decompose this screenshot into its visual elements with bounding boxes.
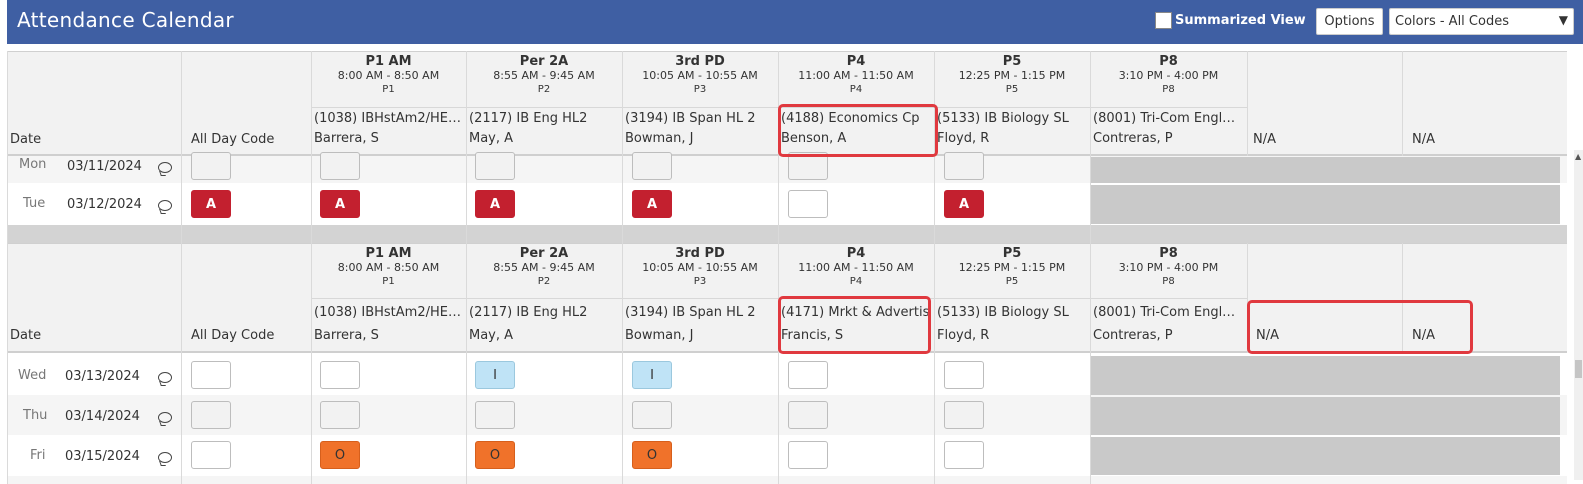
highlight-box	[1247, 300, 1473, 354]
all-day-code-cell[interactable]	[191, 401, 231, 429]
colors-select-value: Colors - All Codes	[1395, 14, 1509, 29]
attendance-cell[interactable]: O	[475, 441, 515, 469]
attendance-cell[interactable]	[944, 401, 984, 429]
period-header-p8: P8 3:10 PM - 4:00 PM P8	[1118, 246, 1219, 287]
attendance-cell[interactable]: A	[944, 190, 984, 218]
table-row: Mon 03/11/2024	[7, 152, 1567, 183]
week-separator	[7, 225, 1567, 243]
period-header-p2: Per 2A 8:55 AM - 9:45 AM P2	[493, 246, 595, 287]
period-header-p5: P5 12:25 PM - 1:15 PM P5	[958, 246, 1066, 287]
scroll-up-icon[interactable]: ▲	[1575, 152, 1581, 161]
attendance-grid: P1 AM 8:00 AM - 8:50 AM P1 Per 2A 8:55 A…	[7, 51, 1567, 484]
course-cell: (5133) IB Biology SL Floyd, R	[937, 111, 1069, 146]
attendance-cell[interactable]	[788, 441, 828, 469]
attendance-cell[interactable]: A	[320, 190, 360, 218]
summarized-view-checkbox[interactable]	[1155, 12, 1172, 29]
course-cell: (2117) IB Eng HL2 May, A	[469, 111, 588, 146]
attendance-cell[interactable]	[944, 152, 984, 180]
all-day-code-cell[interactable]: A	[191, 190, 231, 218]
comment-icon[interactable]	[158, 372, 172, 383]
attendance-cell[interactable]	[475, 152, 515, 180]
chevron-down-icon: ▼	[1558, 13, 1568, 27]
all-day-code-cell[interactable]	[191, 441, 231, 469]
comment-icon[interactable]	[158, 162, 172, 173]
scrollbar-thumb[interactable]	[1575, 360, 1582, 378]
attendance-cell[interactable]: O	[320, 441, 360, 469]
date-column-header: Date	[10, 132, 42, 147]
table-row: Fri 03/15/2024 O O O	[7, 435, 1567, 476]
attendance-cell[interactable]: A	[632, 190, 672, 218]
period-header-p1: P1 AM 8:00 AM - 8:50 AM P1	[337, 54, 440, 95]
attendance-cell[interactable]	[475, 401, 515, 429]
options-button[interactable]: Options	[1316, 8, 1383, 35]
period-header-p8: P8 3:10 PM - 4:00 PM P8	[1118, 54, 1219, 95]
summarized-view-label: Summarized View	[1175, 13, 1306, 28]
course-cell: (8001) Tri-Com Engl… Contreras, P	[1093, 111, 1236, 146]
summarized-view-toggle[interactable]: Summarized View	[1155, 12, 1306, 29]
course-cell: (3194) IB Span HL 2 Bowman, J	[625, 305, 756, 343]
attendance-cell[interactable]: I	[632, 361, 672, 389]
course-cell: (8001) Tri-Com Engl… Contreras, P	[1093, 305, 1236, 343]
page-title: Attendance Calendar	[17, 8, 234, 32]
attendance-cell[interactable]	[191, 152, 231, 180]
attendance-cell[interactable]	[944, 441, 984, 469]
comment-icon[interactable]	[158, 200, 172, 211]
course-cell: (3194) IB Span HL 2 Bowman, J	[625, 111, 756, 146]
course-cell: (2117) IB Eng HL2 May, A	[469, 305, 588, 343]
table-row: Wed 03/13/2024 I I	[7, 354, 1567, 395]
all-day-code-header: All Day Code	[191, 328, 275, 343]
all-day-code-cell[interactable]	[191, 361, 231, 389]
course-cell: (1038) IBHstAm2/HE… Barrera, S	[314, 111, 461, 146]
attendance-cell[interactable]	[320, 361, 360, 389]
na-cell: N/A	[1253, 132, 1276, 147]
period-header-p5: P5 12:25 PM - 1:15 PM P5	[958, 54, 1066, 95]
attendance-cell[interactable]	[788, 401, 828, 429]
date-column-header: Date	[10, 328, 42, 343]
attendance-cell[interactable]	[944, 361, 984, 389]
table-row: Thu 03/14/2024	[7, 395, 1567, 435]
attendance-cell[interactable]	[788, 361, 828, 389]
attendance-cell[interactable]: I	[475, 361, 515, 389]
attendance-cell[interactable]: A	[475, 190, 515, 218]
course-cell: (5133) IB Biology SL Floyd, R	[937, 305, 1069, 343]
comment-icon[interactable]	[158, 412, 172, 423]
na-cell: N/A	[1412, 132, 1435, 147]
period-header-p1: P1 AM 8:00 AM - 8:50 AM P1	[337, 246, 440, 287]
attendance-cell[interactable]	[632, 152, 672, 180]
vertical-scrollbar[interactable]: ▲	[1574, 150, 1583, 480]
attendance-cell[interactable]	[788, 190, 828, 218]
table-row: Tue 03/12/2024 A A A A A	[7, 183, 1567, 224]
title-bar: Attendance Calendar Summarized View Opti…	[7, 0, 1583, 44]
attendance-cell[interactable]	[320, 152, 360, 180]
highlight-box	[778, 296, 931, 354]
highlight-box	[778, 104, 938, 157]
colors-select[interactable]: Colors - All Codes ▼	[1389, 8, 1574, 35]
attendance-cell[interactable]: O	[632, 441, 672, 469]
period-header-p4: P4 11:00 AM - 11:50 AM P4	[798, 54, 914, 95]
attendance-cell[interactable]	[632, 401, 672, 429]
course-cell: (1038) IBHstAm2/HE… Barrera, S	[314, 305, 461, 343]
period-header-p3: 3rd PD 10:05 AM - 10:55 AM P3	[642, 54, 758, 95]
comment-icon[interactable]	[158, 452, 172, 463]
period-header-p4: P4 11:00 AM - 11:50 AM P4	[798, 246, 914, 287]
all-day-code-header: All Day Code	[191, 132, 275, 147]
attendance-cell[interactable]	[320, 401, 360, 429]
period-header-p3: 3rd PD 10:05 AM - 10:55 AM P3	[642, 246, 758, 287]
period-header-p2: Per 2A 8:55 AM - 9:45 AM P2	[493, 54, 595, 95]
